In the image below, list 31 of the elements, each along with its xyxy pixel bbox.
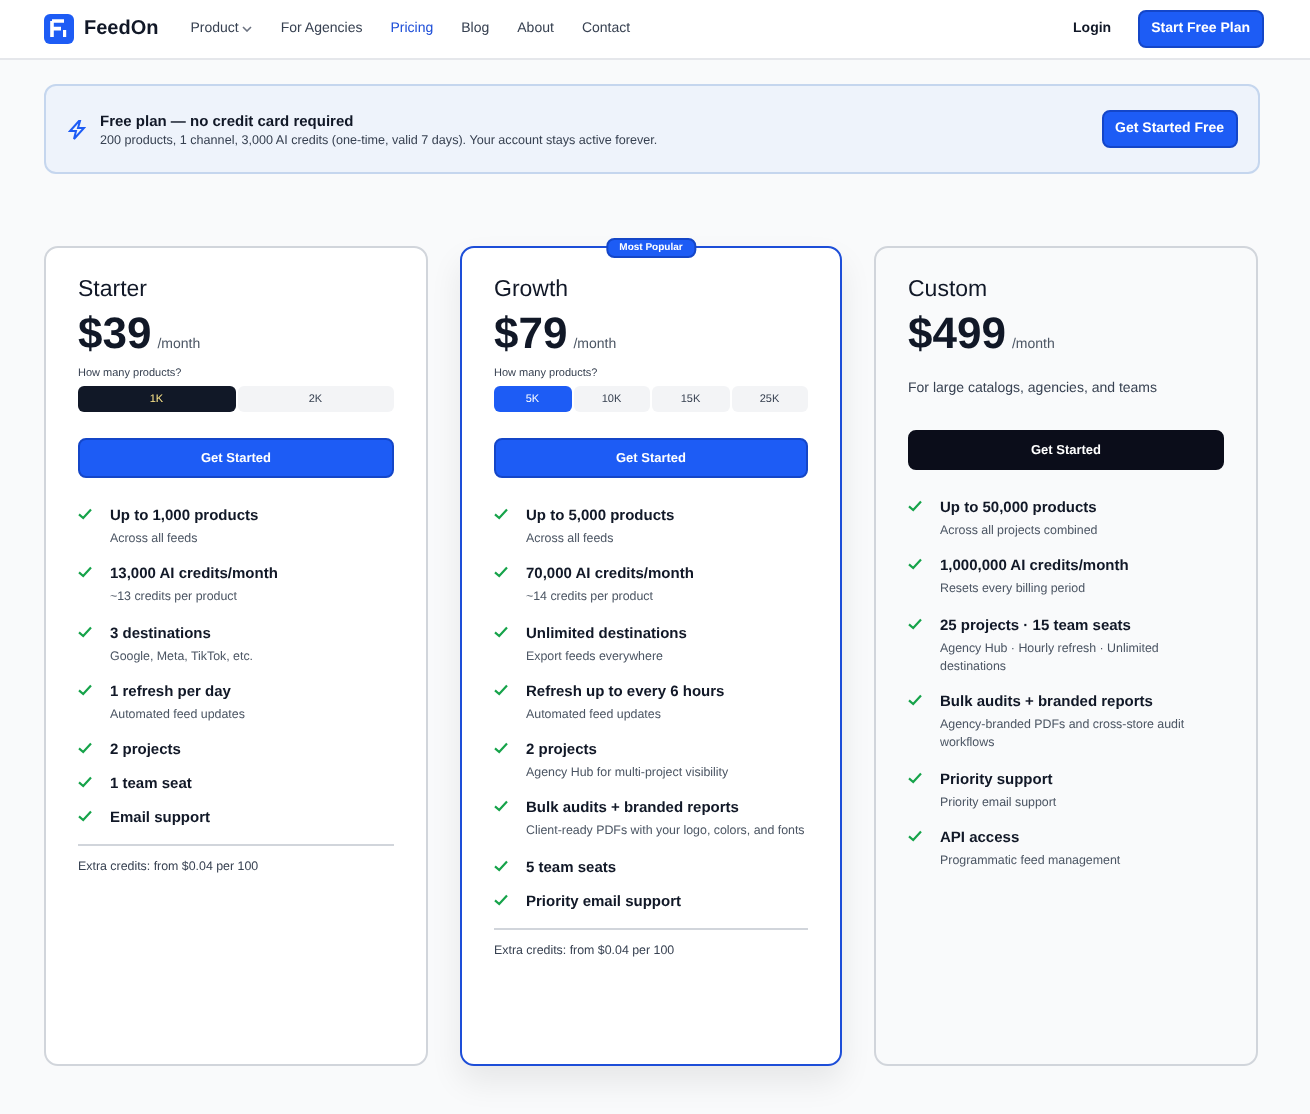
check-icon [78, 566, 92, 579]
check-icon [494, 742, 508, 755]
chevron-down-icon [242, 26, 253, 32]
check-icon [908, 500, 922, 512]
plan-name: Growth [494, 278, 571, 302]
check-icon [908, 617, 922, 630]
check-icon [78, 810, 92, 823]
check-icon [78, 776, 92, 789]
brand-name: FeedOn [84, 18, 159, 40]
plan-price: $499 [908, 308, 1006, 360]
plan-name: Custom [908, 278, 990, 302]
check-icon [494, 508, 508, 520]
bolt-icon [68, 119, 86, 139]
check-icon [78, 508, 92, 520]
check-icon [494, 800, 508, 813]
check-icon [908, 694, 922, 707]
check-icon [78, 625, 92, 638]
check-icon [494, 683, 508, 696]
check-icon [908, 771, 922, 784]
logo-icon[interactable] [44, 14, 74, 44]
check-icon [494, 859, 508, 872]
check-icon [494, 625, 508, 638]
check-icon [78, 683, 92, 696]
check-icon [78, 742, 92, 755]
plan-name: Starter [78, 278, 150, 302]
check-icon [494, 566, 508, 579]
plan-price: $39 [78, 308, 152, 360]
check-icon [908, 830, 922, 843]
check-icon [494, 893, 508, 906]
plan-price: $79 [494, 308, 568, 360]
check-icon [908, 558, 922, 571]
